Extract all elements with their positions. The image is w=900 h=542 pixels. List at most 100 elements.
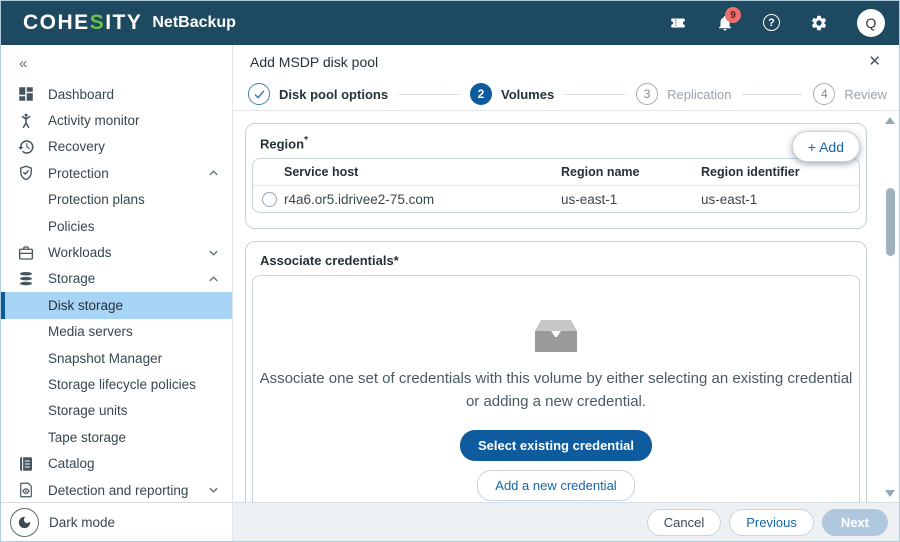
step-label: Replication <box>667 87 731 102</box>
sidebar-item-label: Snapshot Manager <box>48 351 162 366</box>
next-button[interactable]: Next <box>822 509 888 536</box>
step-number: 4 <box>813 83 835 105</box>
sidebar-item-label: Activity monitor <box>48 113 140 128</box>
sidebar-item-storage[interactable]: Storage <box>1 266 232 292</box>
sidebar-item-detection-and-reporting[interactable]: Detection and reporting <box>1 477 232 503</box>
step-label: Review <box>844 87 887 102</box>
sidebar-item-catalog[interactable]: Catalog <box>1 450 232 476</box>
recovery-history-icon <box>17 138 35 156</box>
step-label: Volumes <box>501 87 554 102</box>
sidebar-item-media-servers[interactable]: Media servers <box>1 319 232 345</box>
sidebar-item-policies[interactable]: Policies <box>1 213 232 239</box>
sidebar-item-label: Policies <box>48 219 95 234</box>
scrollbar-thumb[interactable] <box>886 188 895 256</box>
sidebar-item-label: Media servers <box>48 324 133 339</box>
chevron-up-icon <box>208 275 219 283</box>
sidebar-item-label: Storage units <box>48 403 128 418</box>
column-region-identifier: Region identifier <box>701 165 859 179</box>
detection-report-icon <box>17 481 35 499</box>
activity-monitor-icon <box>17 112 35 130</box>
step-connector <box>565 94 625 95</box>
step-number: 3 <box>636 83 658 105</box>
sidebar-item-storage-lifecycle-policies[interactable]: Storage lifecycle policies <box>1 371 232 397</box>
logo-text: COHE <box>23 11 90 34</box>
step-connector <box>742 94 802 95</box>
step-disk-pool-options[interactable]: Disk pool options <box>248 83 388 105</box>
chevron-down-icon <box>208 249 219 257</box>
scroll-down-arrow-icon[interactable] <box>885 490 895 497</box>
wizard-content: Region* + Add Service host Region name R… <box>233 112 899 502</box>
sidebar-nav: « Dashboard Activity monitor Recovery Pr… <box>1 45 233 541</box>
region-table-header: Service host Region name Region identifi… <box>253 159 859 186</box>
dark-mode-label: Dark mode <box>49 515 115 530</box>
logo-s-glyph: S <box>90 11 106 34</box>
user-avatar[interactable]: Q <box>857 9 885 37</box>
sidebar-item-tape-storage[interactable]: Tape storage <box>1 424 232 450</box>
step-review[interactable]: 4 Review <box>813 83 887 105</box>
chevron-down-icon <box>208 486 219 494</box>
sidebar-item-workloads[interactable]: Workloads <box>1 239 232 265</box>
cancel-button[interactable]: Cancel <box>647 509 721 536</box>
service-host-value: r4a6.or5.idrivee2-75.com <box>284 192 434 207</box>
app-window: COHESITY NetBackup 9 ? Q « Dashboard <box>0 0 900 542</box>
column-region-name: Region name <box>561 165 701 179</box>
add-region-button[interactable]: + Add <box>792 131 860 162</box>
product-name: NetBackup <box>152 14 236 32</box>
protection-shield-icon <box>17 164 35 182</box>
add-new-credential-button[interactable]: Add a new credential <box>477 470 634 501</box>
sidebar-item-snapshot-manager[interactable]: Snapshot Manager <box>1 345 232 371</box>
workloads-briefcase-icon <box>17 244 35 262</box>
chevron-up-icon <box>208 169 219 177</box>
region-name-value: us-east-1 <box>561 192 701 207</box>
vertical-scrollbar[interactable] <box>884 114 897 500</box>
logo-text: ITY <box>105 11 142 34</box>
dashboard-icon <box>17 85 35 103</box>
storage-disks-icon <box>17 270 35 288</box>
sidebar-item-label: Storage <box>48 271 95 286</box>
wizard-panel: Add MSDP disk pool ✕ Disk pool options 2… <box>233 45 899 541</box>
help-icon[interactable]: ? <box>763 14 781 32</box>
associate-credentials-label: Associate credentials* <box>246 242 866 268</box>
column-service-host: Service host <box>253 165 561 179</box>
sidebar-item-label: Dashboard <box>48 87 114 102</box>
empty-tray-icon <box>533 318 579 354</box>
select-existing-credential-button[interactable]: Select existing credential <box>460 430 652 461</box>
sidebar-item-protection-plans[interactable]: Protection plans <box>1 187 232 213</box>
step-connector <box>399 94 459 95</box>
region-radio-button[interactable] <box>262 192 277 207</box>
sidebar-collapse-button[interactable]: « <box>1 45 232 81</box>
wizard-title: Add MSDP disk pool <box>250 54 378 70</box>
region-identifier-value: us-east-1 <box>701 192 859 207</box>
sidebar-item-activity-monitor[interactable]: Activity monitor <box>1 107 232 133</box>
sidebar-item-label: Protection plans <box>48 192 145 207</box>
previous-button[interactable]: Previous <box>729 509 814 536</box>
step-replication[interactable]: 3 Replication <box>636 83 731 105</box>
region-section: Region* + Add Service host Region name R… <box>245 123 867 229</box>
step-volumes[interactable]: 2 Volumes <box>470 83 554 105</box>
sidebar-item-label: Protection <box>48 166 109 181</box>
notifications-bell-icon[interactable]: 9 <box>716 14 734 32</box>
catalog-book-icon <box>17 455 35 473</box>
notification-count-badge: 9 <box>725 7 741 23</box>
sidebar-item-dashboard[interactable]: Dashboard <box>1 81 232 107</box>
sidebar-item-recovery[interactable]: Recovery <box>1 134 232 160</box>
sidebar-item-storage-units[interactable]: Storage units <box>1 398 232 424</box>
step-number: 2 <box>470 83 492 105</box>
step-label: Disk pool options <box>279 87 388 102</box>
sidebar-item-label: Recovery <box>48 139 105 154</box>
sidebar-item-label: Storage lifecycle policies <box>48 377 196 392</box>
associate-credentials-section: Associate credentials* Associate one set… <box>245 241 867 502</box>
sidebar-item-label: Tape storage <box>48 430 126 445</box>
settings-gear-icon[interactable] <box>810 14 828 32</box>
moon-icon <box>10 508 39 537</box>
support-ticket-icon[interactable] <box>669 14 687 32</box>
sidebar-item-label: Workloads <box>48 245 112 260</box>
dark-mode-toggle[interactable]: Dark mode <box>1 502 232 541</box>
close-icon[interactable]: ✕ <box>868 54 881 69</box>
sidebar-item-disk-storage[interactable]: Disk storage <box>1 292 232 318</box>
scroll-up-arrow-icon[interactable] <box>885 117 895 124</box>
sidebar-item-protection[interactable]: Protection <box>1 160 232 186</box>
region-table-row[interactable]: r4a6.or5.idrivee2-75.com us-east-1 us-ea… <box>253 186 859 212</box>
wizard-footer: Cancel Previous Next <box>233 502 899 541</box>
credentials-empty-state: Associate one set of credentials with th… <box>252 275 860 502</box>
